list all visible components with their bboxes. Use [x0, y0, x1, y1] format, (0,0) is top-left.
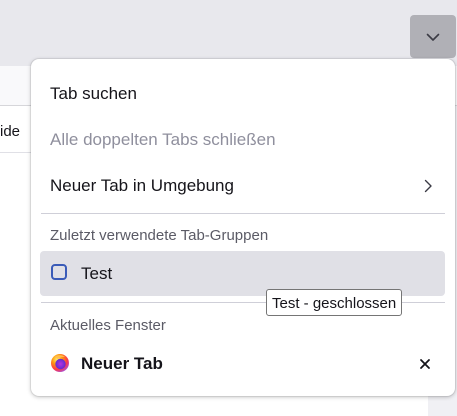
tab-group-icon: [51, 264, 67, 280]
page-content-text: ide: [0, 112, 32, 153]
new-tab-nearby-label: Neuer Tab in Umgebung: [50, 176, 234, 195]
search-tabs-item[interactable]: Tab suchen: [41, 71, 445, 117]
list-all-tabs-button[interactable]: [410, 15, 456, 58]
firefox-icon: [51, 354, 69, 372]
new-tab-nearby-item[interactable]: Neuer Tab in Umgebung: [41, 163, 445, 209]
tab-group-tooltip: Test - geschlossen: [266, 289, 403, 316]
close-duplicate-tabs-item: Alle doppelten Tabs schließen: [41, 117, 445, 163]
recent-groups-header: Zuletzt verwendete Tab-Gruppen: [50, 227, 269, 244]
menu-separator: [41, 213, 445, 214]
chevron-down-icon: [426, 33, 440, 41]
tab-list-item[interactable]: Neuer Tab: [41, 342, 445, 386]
tab-title: Neuer Tab: [81, 354, 163, 373]
close-tab-button[interactable]: [415, 354, 435, 374]
tab-group-label: Test: [81, 263, 113, 283]
search-tabs-label: Tab suchen: [50, 84, 137, 103]
chevron-right-icon: [424, 179, 432, 193]
close-duplicate-tabs-label: Alle doppelten Tabs schließen: [50, 130, 276, 149]
close-icon: [420, 359, 430, 369]
tab-strip: [0, 0, 457, 66]
current-window-header: Aktuelles Fenster: [50, 317, 166, 334]
all-tabs-menu: Tab suchen Alle doppelten Tabs schließen…: [31, 59, 455, 396]
